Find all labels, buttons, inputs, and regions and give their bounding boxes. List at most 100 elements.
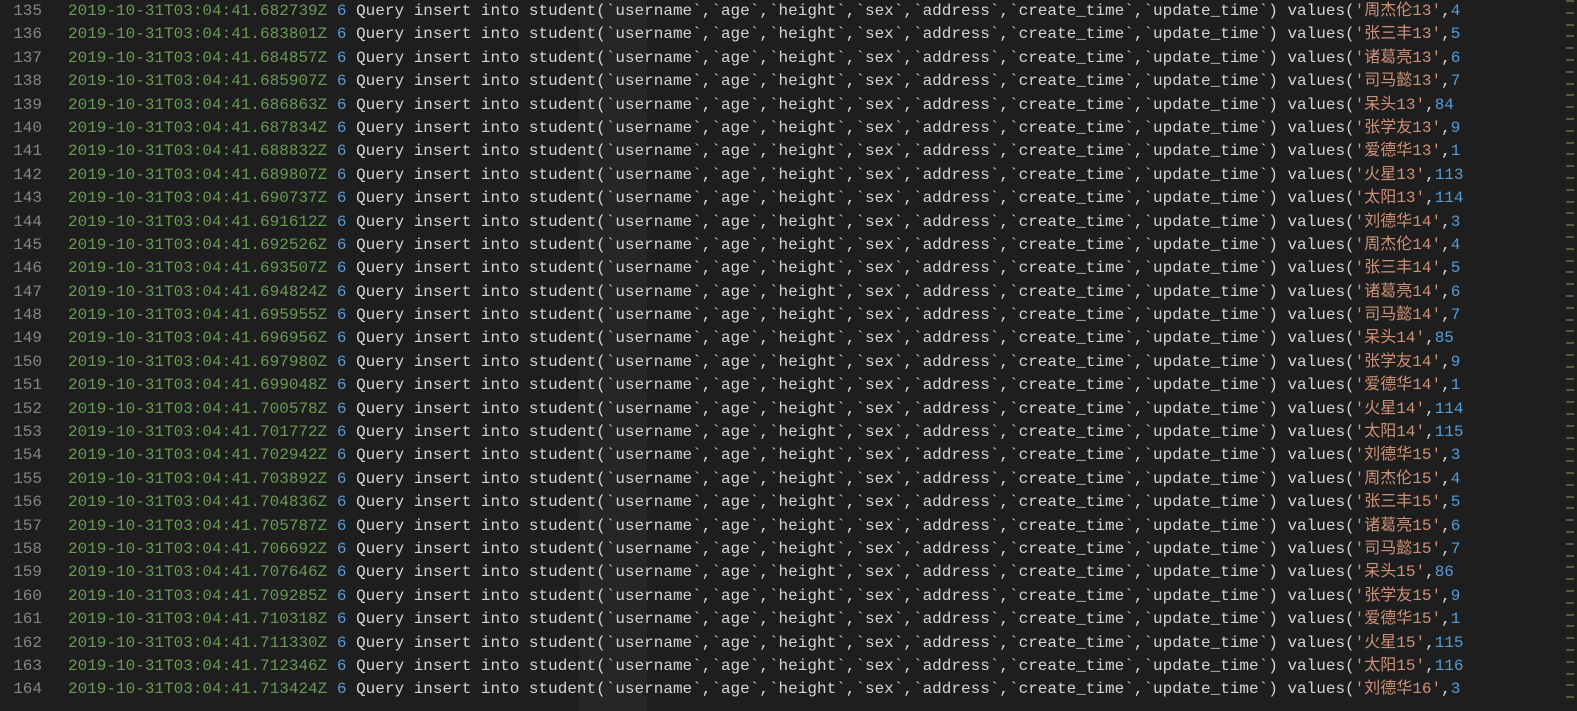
query-prefix: Query insert into <box>356 49 529 67</box>
minimap-mark <box>1566 295 1574 297</box>
log-line[interactable]: 2019-10-31T03:04:41.706692Z 6 Query inse… <box>68 538 1464 561</box>
query-prefix: Query insert into <box>356 25 529 43</box>
log-line[interactable]: 2019-10-31T03:04:41.709285Z 6 Query inse… <box>68 585 1464 608</box>
query-prefix: Query insert into <box>356 329 529 347</box>
minimap-mark <box>1566 649 1574 651</box>
query-prefix: Query insert into <box>356 563 529 581</box>
line-number: 136 <box>0 23 42 46</box>
timestamp: 2019-10-31T03:04:41.693507Z <box>68 259 327 277</box>
timestamp: 2019-10-31T03:04:41.699048Z <box>68 376 327 394</box>
query-prefix: Query insert into <box>356 96 529 114</box>
value-username: '周杰伦15' <box>1355 470 1441 488</box>
minimap-scrollbar[interactable] <box>1563 0 1577 711</box>
code-editor[interactable]: 1351361371381391401411421431441451461471… <box>0 0 1577 711</box>
log-line[interactable]: 2019-10-31T03:04:41.699048Z 6 Query inse… <box>68 374 1464 397</box>
log-line[interactable]: 2019-10-31T03:04:41.691612Z 6 Query inse… <box>68 211 1464 234</box>
log-line[interactable]: 2019-10-31T03:04:41.682739Z 6 Query inse… <box>68 0 1464 23</box>
minimap-mark <box>1566 212 1574 214</box>
table-name: student <box>529 119 596 137</box>
minimap-mark <box>1566 271 1574 273</box>
minimap-mark <box>1566 342 1574 344</box>
value-tail-number: 115 <box>1435 423 1464 441</box>
log-line[interactable]: 2019-10-31T03:04:41.687834Z 6 Query inse… <box>68 117 1464 140</box>
log-line[interactable]: 2019-10-31T03:04:41.693507Z 6 Query inse… <box>68 257 1464 280</box>
value-tail-number: 7 <box>1451 540 1461 558</box>
line-number: 156 <box>0 491 42 514</box>
table-name: student <box>529 49 596 67</box>
log-line[interactable]: 2019-10-31T03:04:41.705787Z 6 Query inse… <box>68 515 1464 538</box>
columns-fragment: (`username`,`age`,`height`,`sex`,`addres… <box>596 587 1355 605</box>
timestamp: 2019-10-31T03:04:41.706692Z <box>68 540 327 558</box>
value-tail-number: 9 <box>1451 587 1461 605</box>
table-name: student <box>529 306 596 324</box>
table-name: student <box>529 96 596 114</box>
query-prefix: Query insert into <box>356 634 529 652</box>
log-line[interactable]: 2019-10-31T03:04:41.701772Z 6 Query inse… <box>68 421 1464 444</box>
value-tail-number: 115 <box>1435 634 1464 652</box>
log-line[interactable]: 2019-10-31T03:04:41.685907Z 6 Query inse… <box>68 70 1464 93</box>
minimap-mark <box>1566 590 1574 592</box>
columns-fragment: (`username`,`age`,`height`,`sex`,`addres… <box>596 610 1355 628</box>
value-username: '周杰伦14' <box>1355 236 1441 254</box>
table-name: student <box>529 353 596 371</box>
value-tail-number: 4 <box>1451 470 1461 488</box>
log-line[interactable]: 2019-10-31T03:04:41.689807Z 6 Query inse… <box>68 164 1464 187</box>
timestamp: 2019-10-31T03:04:41.695955Z <box>68 306 327 324</box>
line-number: 146 <box>0 257 42 280</box>
log-line[interactable]: 2019-10-31T03:04:41.696956Z 6 Query inse… <box>68 327 1464 350</box>
log-line[interactable]: 2019-10-31T03:04:41.713424Z 6 Query inse… <box>68 678 1464 701</box>
minimap-mark <box>1566 625 1574 627</box>
log-line[interactable]: 2019-10-31T03:04:41.711330Z 6 Query inse… <box>68 632 1464 655</box>
minimap-mark <box>1566 201 1574 203</box>
log-line[interactable]: 2019-10-31T03:04:41.694824Z 6 Query inse… <box>68 281 1464 304</box>
minimap-mark <box>1566 0 1574 2</box>
log-line[interactable]: 2019-10-31T03:04:41.710318Z 6 Query inse… <box>68 608 1464 631</box>
columns-fragment: (`username`,`age`,`height`,`sex`,`addres… <box>596 283 1355 301</box>
minimap-mark <box>1566 602 1574 604</box>
value-username: '火星14' <box>1355 400 1425 418</box>
log-line[interactable]: 2019-10-31T03:04:41.690737Z 6 Query inse… <box>68 187 1464 210</box>
log-line[interactable]: 2019-10-31T03:04:41.704836Z 6 Query inse… <box>68 491 1464 514</box>
minimap-mark <box>1566 460 1574 462</box>
log-line[interactable]: 2019-10-31T03:04:41.712346Z 6 Query inse… <box>68 655 1464 678</box>
log-line[interactable]: 2019-10-31T03:04:41.707646Z 6 Query inse… <box>68 561 1464 584</box>
log-line[interactable]: 2019-10-31T03:04:41.692526Z 6 Query inse… <box>68 234 1464 257</box>
minimap-mark <box>1566 260 1574 262</box>
minimap-mark <box>1566 319 1574 321</box>
timestamp: 2019-10-31T03:04:41.683801Z <box>68 25 327 43</box>
table-name: student <box>529 587 596 605</box>
value-username: '刘德华14' <box>1355 213 1441 231</box>
timestamp: 2019-10-31T03:04:41.689807Z <box>68 166 327 184</box>
query-prefix: Query insert into <box>356 587 529 605</box>
log-line[interactable]: 2019-10-31T03:04:41.700578Z 6 Query inse… <box>68 398 1464 421</box>
line-number: 142 <box>0 164 42 187</box>
code-content[interactable]: 2019-10-31T03:04:41.682739Z 6 Query inse… <box>68 0 1464 702</box>
value-tail-number: 6 <box>1451 517 1461 535</box>
log-line[interactable]: 2019-10-31T03:04:41.686863Z 6 Query inse… <box>68 94 1464 117</box>
table-name: student <box>529 25 596 43</box>
log-line[interactable]: 2019-10-31T03:04:41.695955Z 6 Query inse… <box>68 304 1464 327</box>
query-prefix: Query insert into <box>356 446 529 464</box>
columns-fragment: (`username`,`age`,`height`,`sex`,`addres… <box>596 236 1355 254</box>
timestamp: 2019-10-31T03:04:41.697980Z <box>68 353 327 371</box>
log-line[interactable]: 2019-10-31T03:04:41.702942Z 6 Query inse… <box>68 444 1464 467</box>
value-tail-number: 113 <box>1435 166 1464 184</box>
log-line[interactable]: 2019-10-31T03:04:41.697980Z 6 Query inse… <box>68 351 1464 374</box>
value-username: '诸葛亮14' <box>1355 283 1441 301</box>
log-line[interactable]: 2019-10-31T03:04:41.688832Z 6 Query inse… <box>68 140 1464 163</box>
value-username: '太阳15' <box>1355 657 1425 675</box>
value-username: '诸葛亮13' <box>1355 49 1441 67</box>
minimap-mark <box>1566 366 1574 368</box>
log-line[interactable]: 2019-10-31T03:04:41.684857Z 6 Query inse… <box>68 47 1464 70</box>
table-name: student <box>529 329 596 347</box>
log-line[interactable]: 2019-10-31T03:04:41.683801Z 6 Query inse… <box>68 23 1464 46</box>
line-number: 160 <box>0 585 42 608</box>
line-number: 141 <box>0 140 42 163</box>
minimap-mark <box>1566 661 1574 663</box>
value-username: '太阳14' <box>1355 423 1425 441</box>
minimap-mark <box>1566 354 1574 356</box>
log-line[interactable]: 2019-10-31T03:04:41.703892Z 6 Query inse… <box>68 468 1464 491</box>
line-number: 139 <box>0 94 42 117</box>
table-name: student <box>529 423 596 441</box>
timestamp: 2019-10-31T03:04:41.703892Z <box>68 470 327 488</box>
